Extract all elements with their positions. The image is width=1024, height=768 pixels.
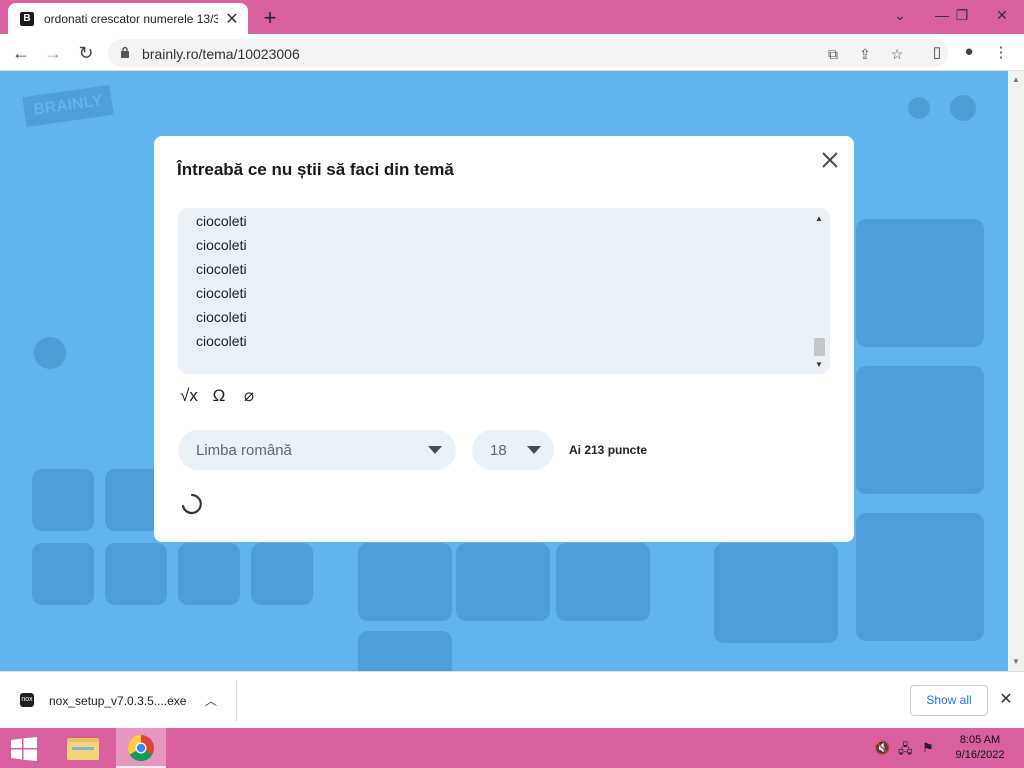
game-tile bbox=[105, 543, 167, 605]
lock-icon bbox=[121, 46, 129, 58]
question-text: ciocoleti ciocoleti ciocoleti ciocoleti … bbox=[196, 212, 247, 356]
taskbar-clock[interactable]: 8:05 AM 9/16/2022 bbox=[948, 733, 1012, 763]
game-tile bbox=[856, 513, 984, 641]
chrome-taskbar-button[interactable] bbox=[116, 728, 166, 768]
game-tile bbox=[251, 543, 313, 605]
user-bg-avatar bbox=[950, 95, 976, 121]
question-line: ciocoleti bbox=[196, 213, 247, 229]
game-tile bbox=[358, 631, 452, 671]
question-line: ciocoleti bbox=[196, 309, 247, 325]
window-close-icon[interactable]: ✕ bbox=[982, 2, 1022, 28]
question-line: ciocoleti bbox=[196, 285, 247, 301]
editor-toolbar: √x Ω ⌀ bbox=[178, 386, 260, 406]
game-tile bbox=[856, 366, 984, 494]
restore-icon[interactable]: ❐ bbox=[942, 2, 982, 28]
chevron-down-icon bbox=[527, 446, 541, 454]
back-icon[interactable]: ← bbox=[8, 40, 34, 66]
download-bar: nox nox_setup_v7.0.3.5....exe ︿ Show all… bbox=[0, 671, 1024, 728]
subject-select-value: Limba română bbox=[196, 442, 292, 459]
game-tile bbox=[358, 543, 452, 621]
modal-close-icon[interactable] bbox=[818, 148, 842, 172]
scroll-down-icon[interactable]: ▼ bbox=[1012, 657, 1020, 666]
chrome-icon bbox=[127, 734, 154, 762]
brainly-favicon-icon: B bbox=[20, 11, 34, 26]
textarea-scroll-up-icon[interactable]: ▲ bbox=[815, 214, 823, 223]
modal-title: Întreabă ce nu știi să faci din temă bbox=[177, 160, 454, 179]
question-textarea[interactable]: ciocoleti ciocoleti ciocoleti ciocoleti … bbox=[178, 208, 830, 374]
scroll-up-icon[interactable]: ▲ bbox=[1012, 75, 1020, 84]
translate-icon[interactable]: ⧉ bbox=[824, 45, 842, 63]
address-bar[interactable]: brainly.ro/tema/10023006 ⧉ ⇪ ☆ bbox=[108, 39, 948, 67]
game-tile bbox=[178, 543, 240, 605]
game-tile bbox=[856, 219, 984, 347]
tab-strip: B ordonati crescator numerele 13/3 ✕ + ⌄… bbox=[0, 0, 1024, 34]
close-download-bar-icon[interactable]: ✕ bbox=[996, 689, 1016, 709]
textarea-scroll-down-icon[interactable]: ▼ bbox=[815, 360, 823, 369]
game-tile bbox=[456, 543, 550, 621]
windows-taskbar: 🔇 🖧 ⚑ 8:05 AM 9/16/2022 bbox=[0, 728, 1024, 768]
divider bbox=[236, 680, 237, 722]
browser-toolbar: ← → ↻ brainly.ro/tema/10023006 ⧉ ⇪ ☆ ▯ ●… bbox=[0, 34, 1024, 71]
game-tile bbox=[714, 543, 838, 643]
action-center-icon[interactable]: ⚑ bbox=[922, 740, 934, 756]
download-file-name[interactable]: nox_setup_v7.0.3.5....exe bbox=[49, 694, 186, 708]
nox-file-icon: nox bbox=[20, 693, 34, 707]
share-icon[interactable]: ⇪ bbox=[856, 45, 874, 63]
points-select[interactable]: 18 bbox=[472, 430, 554, 470]
new-tab-icon[interactable]: + bbox=[258, 5, 282, 31]
bookmark-star-icon[interactable]: ☆ bbox=[888, 45, 906, 63]
question-line: ciocoleti bbox=[196, 333, 247, 349]
network-icon[interactable]: 🖧 bbox=[898, 740, 913, 762]
game-tile bbox=[32, 543, 94, 605]
tab-title: ordonati crescator numerele 13/3 bbox=[44, 11, 218, 26]
volume-muted-icon[interactable]: 🔇 bbox=[874, 740, 890, 756]
points-select-value: 18 bbox=[490, 442, 507, 459]
ask-question-modal: Întreabă ce nu știi să faci din temă cio… bbox=[154, 136, 854, 542]
question-line: ciocoleti bbox=[196, 261, 247, 277]
tab-close-icon[interactable]: ✕ bbox=[224, 9, 240, 29]
chevron-up-icon[interactable]: ︿ bbox=[205, 692, 217, 709]
reload-icon[interactable]: ↻ bbox=[73, 40, 99, 66]
file-explorer-taskbar-button[interactable] bbox=[58, 728, 108, 768]
question-line: ciocoleti bbox=[196, 237, 247, 253]
folder-icon bbox=[67, 738, 99, 760]
subject-select[interactable]: Limba română bbox=[178, 430, 456, 470]
square-root-icon[interactable]: √x bbox=[178, 386, 200, 406]
windows-start-icon[interactable] bbox=[10, 737, 38, 761]
points-balance: Ai 213 puncte bbox=[569, 443, 648, 457]
url-text: brainly.ro/tema/10023006 bbox=[142, 46, 300, 62]
brainly-logo: BRAINLY bbox=[22, 85, 114, 127]
chevron-down-icon bbox=[428, 446, 442, 454]
clock-date: 9/16/2022 bbox=[955, 749, 1005, 761]
menu-kebab-icon[interactable]: ⋮ bbox=[990, 43, 1012, 61]
answer-bg-avatar bbox=[34, 337, 66, 369]
side-panel-icon[interactable]: ▯ bbox=[926, 43, 948, 61]
game-tile bbox=[32, 469, 94, 531]
notifications-bg-icon bbox=[908, 97, 930, 119]
paperclip-icon[interactable]: ⌀ bbox=[238, 386, 260, 406]
textarea-scroll-thumb[interactable] bbox=[814, 338, 825, 356]
show-all-button[interactable]: Show all bbox=[910, 685, 988, 716]
forward-icon[interactable]: → bbox=[40, 40, 66, 66]
omega-icon[interactable]: Ω bbox=[208, 386, 230, 406]
browser-tab[interactable]: B ordonati crescator numerele 13/3 ✕ bbox=[8, 3, 248, 34]
textarea-scrollbar[interactable]: ▲ ▼ bbox=[812, 212, 826, 370]
clock-time: 8:05 AM bbox=[959, 734, 1001, 746]
profile-avatar-icon[interactable]: ● bbox=[958, 43, 980, 60]
loading-spinner-icon bbox=[181, 493, 202, 515]
game-tile bbox=[556, 543, 650, 621]
page-scrollbar[interactable]: ▲ ▼ bbox=[1008, 71, 1024, 671]
tab-search-chevron-icon[interactable]: ⌄ bbox=[880, 2, 920, 28]
